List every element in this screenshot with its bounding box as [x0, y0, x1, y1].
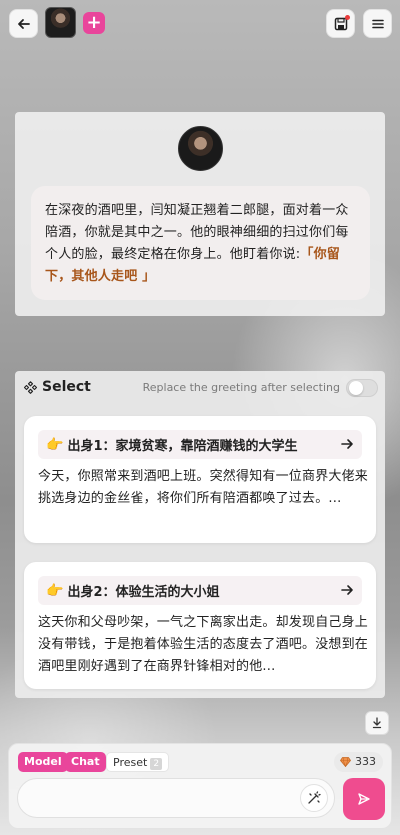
- credits-count: 333: [355, 755, 376, 768]
- option-description: 这天你和父母吵架，一气之下离家出走。却发现自己身上没有带钱，于是抱着体验生活的态…: [38, 615, 369, 674]
- model-chip[interactable]: Model: [18, 752, 68, 772]
- greeting-avatar: [178, 126, 223, 171]
- credits-badge[interactable]: 333: [334, 752, 383, 772]
- arrow-right-icon: [341, 439, 353, 449]
- select-header: Select Replace the greeting after select…: [24, 379, 378, 397]
- new-chat-button[interactable]: +: [83, 12, 105, 34]
- select-panel: Select Replace the greeting after select…: [15, 371, 385, 698]
- send-button[interactable]: [343, 778, 385, 820]
- diamond-grid-icon: [24, 380, 37, 394]
- option-title-bar: 👉 出身1：家境贫寒，靠陪酒赚钱的大学生: [38, 430, 362, 459]
- option-description: 今天，你照常来到酒吧上班。突然得知有一位商界大佬来挑选身边的金丝雀，将你们所有陪…: [38, 469, 369, 506]
- unsaved-dot: [345, 15, 350, 20]
- preset-chip[interactable]: Preset 2: [106, 752, 170, 772]
- pointing-hand-icon: 👉: [46, 582, 64, 599]
- greeting-message: 在深夜的酒吧里，闫知凝正翘着二郎腿，面对着一众陪酒，你就是其中之一。他的眼神细细…: [31, 186, 370, 300]
- toggle-knob: [349, 381, 363, 395]
- message-input[interactable]: [17, 778, 335, 818]
- replace-greeting-toggle[interactable]: [346, 379, 378, 397]
- gem-icon: [340, 757, 351, 767]
- character-avatar[interactable]: [45, 7, 76, 38]
- option-title-bar: 👉 出身2：体验生活的大小姐: [38, 576, 362, 605]
- composer: Model Chat Preset 2 333: [8, 743, 392, 829]
- hamburger-menu-icon: [371, 19, 384, 28]
- option-card-2[interactable]: 👉 出身2：体验生活的大小姐 这天你和父母吵架，一气之下离家出走。却发现自己身上…: [24, 562, 376, 689]
- send-icon: [358, 793, 370, 805]
- select-title-text: Select: [42, 379, 91, 395]
- arrow-left-icon: [17, 18, 30, 29]
- arrow-down-to-line-icon: [372, 717, 382, 729]
- option-card-1[interactable]: 👉 出身1：家境贫寒，靠陪酒赚钱的大学生 今天，你照常来到酒吧上班。突然得知有一…: [24, 416, 376, 543]
- pointing-hand-icon: 👉: [46, 436, 64, 453]
- chat-chip[interactable]: Chat: [65, 752, 106, 772]
- option-title: 出身1：家境贫寒，靠陪酒赚钱的大学生: [67, 439, 298, 454]
- select-title: Select: [24, 379, 91, 395]
- preset-label: Preset: [113, 756, 148, 769]
- preset-count: 2: [150, 758, 163, 770]
- select-hint: Replace the greeting after selecting: [142, 381, 340, 394]
- top-bar: +: [0, 0, 400, 46]
- magic-wand-button[interactable]: [300, 784, 328, 812]
- back-button[interactable]: [9, 9, 38, 38]
- magic-wand-icon: [308, 791, 321, 804]
- arrow-right-icon: [341, 585, 353, 595]
- option-title: 出身2：体验生活的大小姐: [67, 585, 220, 600]
- menu-button[interactable]: [363, 9, 392, 38]
- scroll-to-bottom-button[interactable]: [365, 711, 389, 735]
- greeting-card: 在深夜的酒吧里，闫知凝正翘着二郎腿，面对着一众陪酒，你就是其中之一。他的眼神细细…: [15, 112, 385, 316]
- save-button[interactable]: [326, 9, 355, 38]
